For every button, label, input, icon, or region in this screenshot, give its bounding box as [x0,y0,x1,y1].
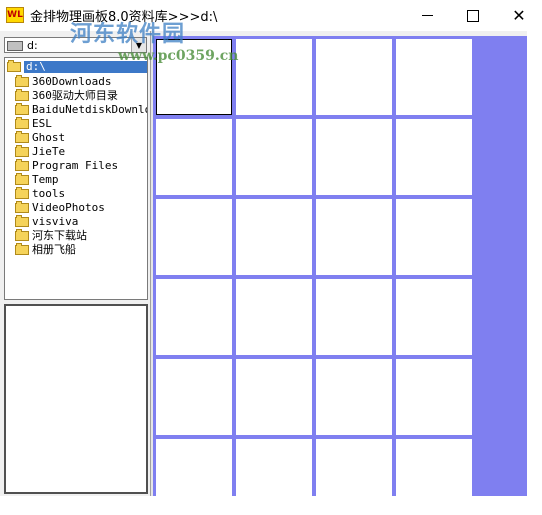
thumbnail-grid[interactable] [153,36,473,515]
thumbnail-cell[interactable] [316,279,392,355]
thumbnail-cell[interactable] [236,439,312,515]
thumbnail-cell[interactable] [316,359,392,435]
thumbnail-cell[interactable] [316,39,392,115]
tree-item[interactable]: VideoPhotos [15,201,105,215]
tree-item-label: 360驱动大师目录 [32,89,118,102]
tree-item[interactable]: 360驱动大师目录 [15,89,118,103]
thumbnail-cell[interactable] [156,199,232,275]
watermark-text: 河东软件园 [70,21,186,47]
app-icon[interactable]: WL [6,7,24,23]
close-button[interactable]: ✕ [496,0,542,31]
folder-icon [15,117,29,129]
main-window: WL 金排物理画板8.0资料库>>>d:\ ✕ d: ▼ d:\ 360Down… [0,0,542,515]
tree-item-label: BaiduNetdiskDownloa [32,103,148,116]
tree-item-label: 河东下载站 [32,229,87,242]
tree-item-label: Ghost [32,131,66,144]
tree-item-label: Temp [32,173,59,186]
folder-icon [15,229,29,241]
maximize-icon [467,9,479,22]
tree-item[interactable]: Ghost [15,131,65,145]
tree-item-label: 360Downloads [32,75,112,88]
tree-item[interactable]: ESL [15,117,52,131]
thumbnail-cell[interactable] [396,439,472,515]
folder-icon [15,243,29,255]
close-icon: ✕ [512,6,526,25]
folder-icon [15,103,29,115]
watermark-url: www.pc0359.cn [118,48,239,64]
preview-pane [4,304,148,494]
thumbnail-cell[interactable] [236,39,312,115]
thumbnail-cell[interactable] [236,199,312,275]
thumbnail-cell[interactable] [156,439,232,515]
maximize-button[interactable] [450,0,496,31]
thumbnail-cell[interactable] [156,279,232,355]
thumbnail-cell[interactable] [236,279,312,355]
tree-item[interactable]: 360Downloads [15,75,111,89]
thumbnail-cell[interactable] [396,119,472,195]
tree-item[interactable]: 河东下载站 [15,229,87,243]
thumbnail-cell[interactable] [156,119,232,195]
tree-item-label: JieTe [32,145,66,158]
thumbnail-cell[interactable] [156,359,232,435]
grid-empty-area [473,36,527,496]
thumbnail-cell[interactable] [236,359,312,435]
window-right-border [527,31,542,496]
thumbnail-cell[interactable] [396,199,472,275]
tree-item[interactable]: JieTe [15,145,65,159]
thumbnail-cell[interactable] [316,199,392,275]
folder-tree[interactable]: d:\ 360Downloads 360驱动大师目录 BaiduNetdiskDow… [4,57,148,300]
tree-item-label: visviva [32,215,79,228]
folder-icon [15,201,29,213]
thumbnail-cell[interactable] [396,279,472,355]
folder-icon [15,75,29,87]
open-folder-icon [7,60,21,72]
tree-item-label: Program Files [32,159,119,172]
minimize-icon [421,15,433,16]
folder-icon [15,173,29,185]
tree-item-label: 相册飞船 [32,243,76,256]
tree-item[interactable]: BaiduNetdiskDownloa [15,103,148,117]
tree-item[interactable]: Temp [15,173,59,187]
folder-icon [15,159,29,171]
thumbnail-cell[interactable] [316,119,392,195]
minimize-button[interactable] [404,0,450,31]
tree-item[interactable]: tools [15,187,65,201]
folder-icon [15,215,29,227]
thumbnail-cell[interactable] [316,439,392,515]
tree-item-label: VideoPhotos [32,201,105,214]
thumbnail-cell[interactable] [236,119,312,195]
folder-icon [15,131,29,143]
drive-icon [7,41,23,51]
tree-item[interactable]: visviva [15,215,78,229]
tree-item[interactable]: Program Files [15,159,118,173]
drive-selector-value: d: [27,39,38,52]
tree-item-label: ESL [32,117,52,130]
folder-icon [15,145,29,157]
tree-item-label: tools [32,187,66,200]
thumbnail-cell[interactable] [396,39,472,115]
folder-icon [15,187,29,199]
thumbnail-cell[interactable] [396,359,472,435]
tree-item[interactable]: 相册飞船 [15,243,76,257]
folder-icon [15,89,29,101]
